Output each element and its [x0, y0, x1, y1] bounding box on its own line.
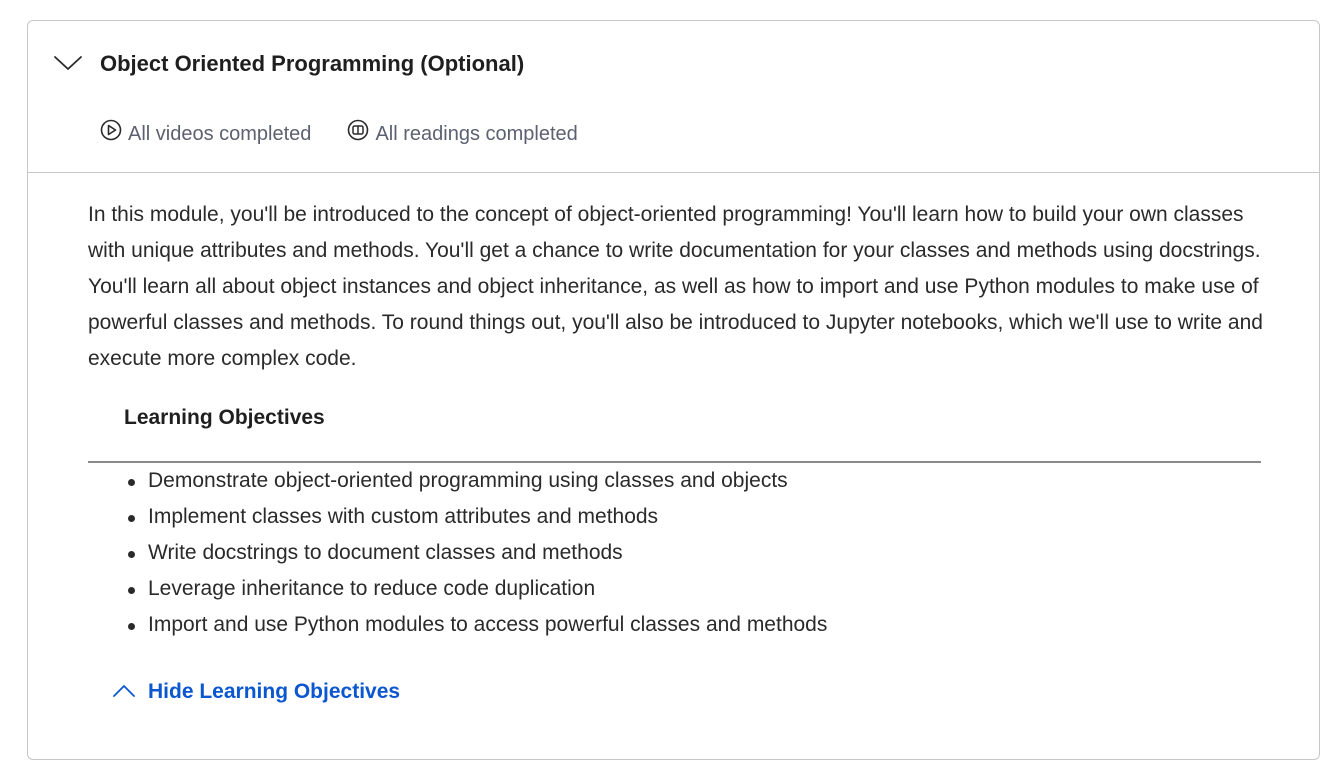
learning-objective-item: Write docstrings to document classes and… — [124, 535, 827, 571]
learning-objective-item: Leverage inheritance to reduce code dupl… — [124, 571, 827, 607]
learning-objective-item: Implement classes with custom attributes… — [124, 499, 827, 535]
readings-status-label: All readings completed — [375, 122, 578, 145]
learning-objectives-heading: Learning Objectives — [124, 406, 325, 429]
learning-objective-item: Import and use Python modules to access … — [124, 607, 827, 643]
module-status-row: All videos completed All readings comple… — [100, 119, 614, 148]
hide-learning-objectives-button[interactable]: Hide Learning Objectives — [112, 677, 400, 707]
chevron-up-icon — [112, 677, 148, 707]
module-title[interactable]: Object Oriented Programming (Optional) — [100, 49, 524, 79]
videos-status-label: All videos completed — [128, 122, 312, 145]
videos-status: All videos completed — [100, 119, 311, 148]
readings-status: All readings completed — [347, 119, 578, 148]
hide-learning-objectives-label: Hide Learning Objectives — [148, 680, 401, 703]
chevron-down-icon — [53, 54, 83, 77]
module-description: In this module, you'll be introduced to … — [88, 203, 1263, 370]
module-collapse-toggle[interactable] — [50, 51, 86, 79]
learning-objective-item: Demonstrate object-oriented programming … — [124, 463, 827, 499]
learning-objectives-list: Demonstrate object-oriented programming … — [124, 463, 827, 643]
module-card: Object Oriented Programming (Optional) A… — [27, 20, 1320, 760]
module-header: Object Oriented Programming (Optional) A… — [28, 21, 1319, 173]
book-circle-icon — [347, 119, 375, 148]
play-circle-icon — [100, 119, 128, 148]
